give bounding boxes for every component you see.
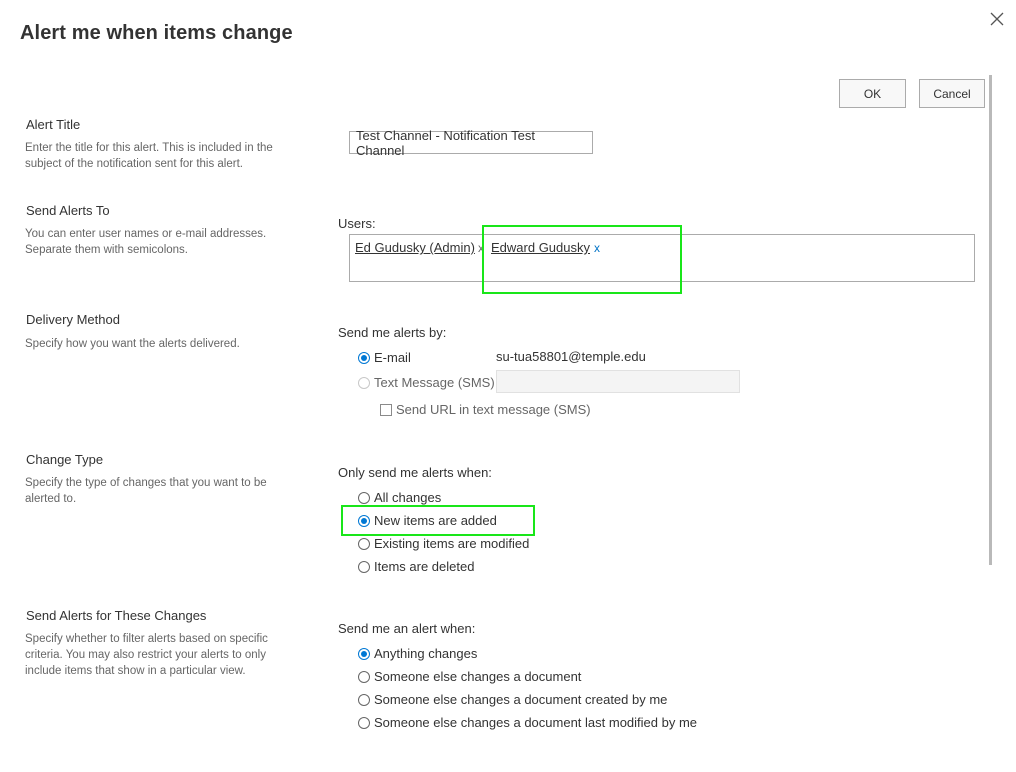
change-label-all: All changes [374,490,442,505]
delivery-method-description: Specify how you want the alerts delivere… [25,338,240,350]
delivery-prompt: Send me alerts by: [338,325,447,340]
change-radio-modified[interactable] [358,537,370,550]
delivery-email-option[interactable]: E-mail [358,350,411,365]
cancel-button[interactable]: Cancel [919,79,985,108]
filter-option-else-document[interactable]: Someone else changes a document [358,669,581,684]
filter-label-else-document: Someone else changes a document [374,669,582,684]
send-alerts-to-heading: Send Alerts To [26,203,110,218]
email-address-value: su-tua58801@temple.edu [496,349,646,364]
user-name-admin[interactable]: Ed Gudusky (Admin) [355,240,475,255]
change-label-modified: Existing items are modified [374,536,530,551]
filter-radio-created-by-me[interactable] [358,693,370,706]
users-label: Users: [338,216,376,231]
close-icon[interactable] [988,10,1006,28]
change-option-modified[interactable]: Existing items are modified [358,536,529,551]
filter-option-modified-by-me[interactable]: Someone else changes a document last mod… [358,715,697,730]
highlight-box-user [482,225,682,294]
change-radio-all[interactable] [358,491,370,504]
email-radio[interactable] [358,351,370,364]
vertical-scrollbar[interactable] [989,75,992,565]
alert-title-heading: Alert Title [26,117,81,132]
filter-radio-else-document[interactable] [358,670,370,683]
delivery-sms-option[interactable]: Text Message (SMS) [358,375,495,390]
send-url-label: Send URL in text message (SMS) [396,402,591,417]
sms-radio[interactable] [358,376,370,389]
sms-number-input[interactable] [496,370,740,393]
change-type-heading: Change Type [26,452,104,467]
user-chip-admin: Ed Gudusky (Admin) x [355,240,484,255]
filter-label-anything: Anything changes [374,646,478,661]
change-radio-deleted[interactable] [358,560,370,573]
send-alerts-to-description: You can enter user names or e-mail addre… [25,228,267,256]
change-label-deleted: Items are deleted [374,559,475,574]
filter-radio-anything[interactable] [358,647,370,660]
filter-option-anything[interactable]: Anything changes [358,646,477,661]
alert-title-input[interactable]: Test Channel - Notification Test Channel [349,128,593,158]
email-label: E-mail [374,350,411,365]
filter-label-created-by-me: Someone else changes a document created … [374,692,668,707]
ok-button[interactable]: OK [839,79,906,108]
filter-description: Specify whether to filter alerts based o… [25,633,268,677]
send-url-option[interactable]: Send URL in text message (SMS) [380,402,591,417]
sms-label: Text Message (SMS) [374,375,495,390]
filter-prompt: Send me an alert when: [338,621,476,636]
send-url-checkbox[interactable] [380,403,392,416]
dialog-title: Alert me when items change [20,22,293,44]
filter-label-modified-by-me: Someone else changes a document last mod… [374,715,698,730]
delivery-method-heading: Delivery Method [26,312,120,327]
change-type-prompt: Only send me alerts when: [338,465,492,480]
change-type-description: Specify the type of changes that you wan… [25,477,267,505]
highlight-box-change-type [341,505,535,536]
filter-heading: Send Alerts for These Changes [26,608,207,623]
filter-radio-modified-by-me[interactable] [358,716,370,729]
change-option-deleted[interactable]: Items are deleted [358,559,474,574]
filter-option-created-by-me[interactable]: Someone else changes a document created … [358,692,667,707]
change-option-all[interactable]: All changes [358,490,441,505]
alert-title-description: Enter the title for this alert. This is … [25,142,273,170]
